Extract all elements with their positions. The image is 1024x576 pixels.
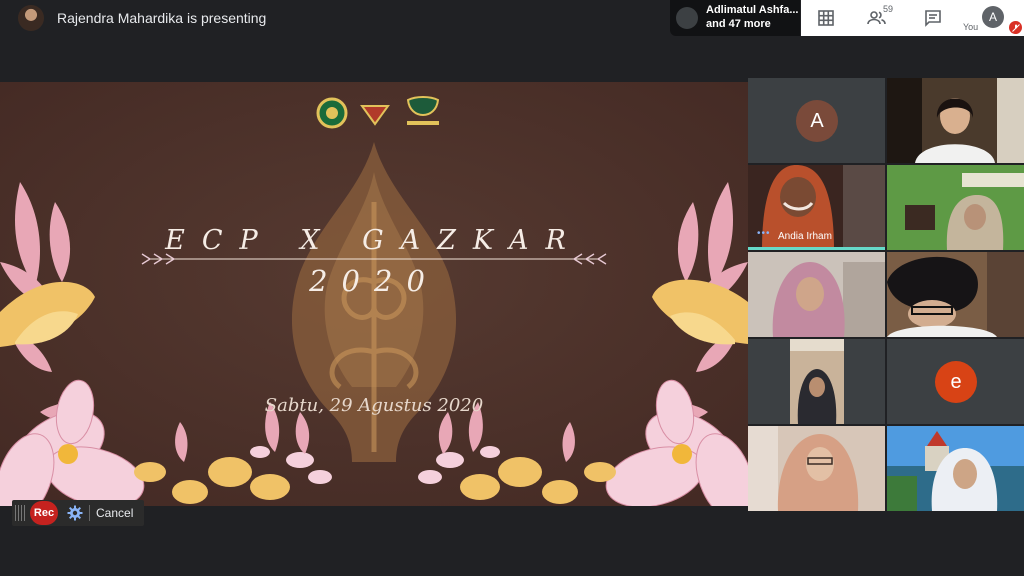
speaker-chip-more: and 47 more xyxy=(706,18,771,30)
grid-view-button[interactable] xyxy=(815,6,837,30)
participant-video xyxy=(887,78,1024,163)
grid-view-icon xyxy=(818,10,834,26)
participant-video xyxy=(887,252,1024,337)
participant-tile[interactable] xyxy=(887,426,1024,511)
participant-video xyxy=(887,165,1024,250)
drag-handle[interactable] xyxy=(15,505,25,521)
recording-settings-button[interactable] xyxy=(64,502,86,524)
participant-count: 59 xyxy=(883,4,894,14)
participant-video xyxy=(748,426,885,511)
participant-video xyxy=(748,252,885,337)
active-speakers-chip[interactable]: Adlimatul Ashfa... and 47 more xyxy=(670,0,800,36)
active-speaker-border xyxy=(748,247,885,250)
participant-video xyxy=(748,339,885,424)
participant-tile[interactable] xyxy=(887,78,1024,163)
speaker-avatar xyxy=(676,7,698,29)
participants-button[interactable]: 59 xyxy=(867,4,901,30)
speaker-chip-name: Adlimatul Ashfa... xyxy=(706,4,799,16)
chat-button[interactable] xyxy=(922,6,944,30)
meeting-toolbar: 59 A You xyxy=(801,0,1024,36)
mic-off-icon xyxy=(1009,21,1022,34)
self-label: You xyxy=(963,22,979,32)
participant-tile[interactable] xyxy=(887,252,1024,337)
record-button[interactable]: Rec xyxy=(30,501,58,525)
participant-tile[interactable] xyxy=(748,252,885,337)
presenter-avatar xyxy=(18,5,44,31)
participant-tile[interactable] xyxy=(748,426,885,511)
participant-tile[interactable] xyxy=(748,339,885,424)
speaking-indicator-icon: ••• xyxy=(757,228,771,239)
participant-name: Andia Irham xyxy=(778,231,832,242)
divider xyxy=(89,505,90,521)
gear-icon xyxy=(67,505,83,521)
recording-controls: Rec Cancel xyxy=(12,500,144,526)
participant-avatar: A xyxy=(796,100,838,142)
participant-grid: A ••• Andia Irham e xyxy=(748,78,1024,511)
slide-date: Sabtu, 29 Agustus 2020 xyxy=(264,395,484,416)
self-avatar[interactable]: A xyxy=(982,6,1004,28)
slide-year: 2020 xyxy=(309,264,439,298)
participant-tile[interactable] xyxy=(887,165,1024,250)
meeting-top-bar: Rajendra Mahardika is presenting Adlimat… xyxy=(0,0,1024,38)
cancel-recording-button[interactable]: Cancel xyxy=(96,506,133,520)
participant-video xyxy=(887,426,1024,511)
chat-icon xyxy=(925,10,941,27)
participant-avatar: e xyxy=(935,361,977,403)
presented-slide: ECP X GAZKAR 2020 Sabtu, 29 Agustus 2020 xyxy=(0,82,748,506)
participant-tile[interactable]: ••• Andia Irham xyxy=(748,165,885,250)
slide-title: ECP X GAZKAR xyxy=(165,225,583,256)
participant-tile[interactable]: A xyxy=(748,78,885,163)
presenting-label: Rajendra Mahardika is presenting xyxy=(57,10,267,26)
participant-tile[interactable]: e xyxy=(887,339,1024,424)
